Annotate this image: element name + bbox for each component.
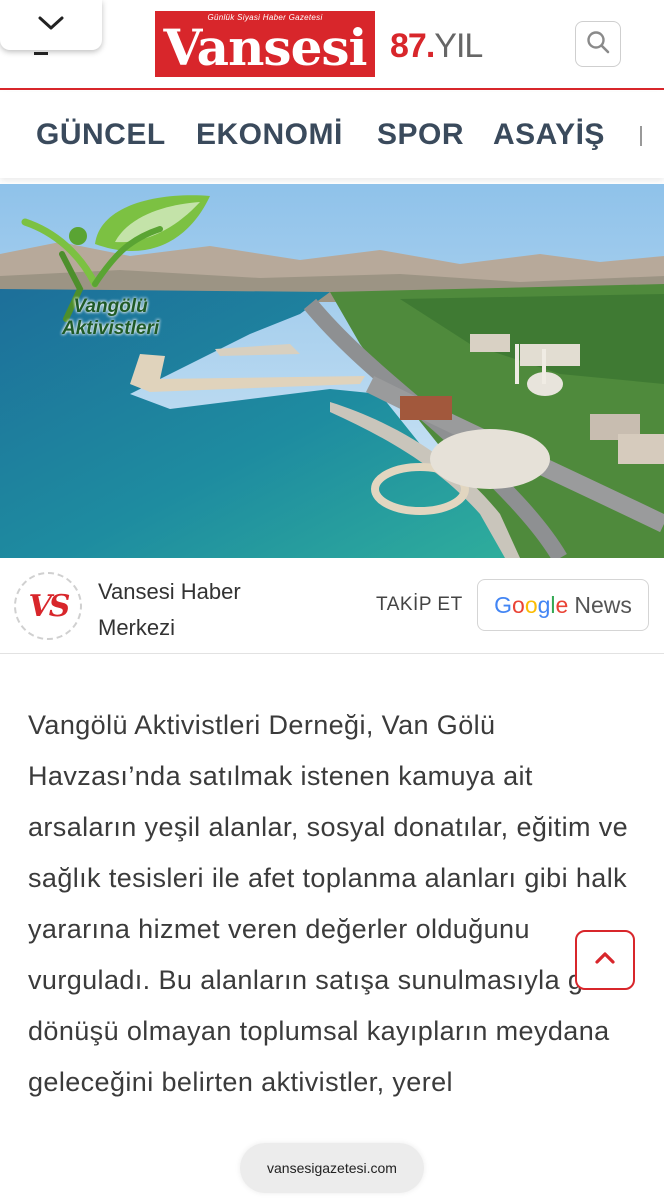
- nav-divider: [640, 126, 642, 146]
- site-logo[interactable]: Günlük Siyasi Haber Gazetesi Vansesi: [155, 11, 375, 77]
- search-icon: [585, 29, 611, 60]
- category-nav: GÜNCEL EKONOMİ SPOR ASAYİŞ: [0, 92, 664, 178]
- hero-overlay-line1: Vangölü: [73, 296, 148, 317]
- author-avatar[interactable]: VS: [14, 572, 82, 640]
- gnews-letter-3: o: [524, 591, 538, 618]
- hero-overlay-line2: Aktivistleri: [62, 318, 160, 339]
- scroll-to-top-button[interactable]: [575, 930, 635, 990]
- anniversary-suffix: YIL: [434, 27, 483, 65]
- nav-item-asayis[interactable]: ASAYİŞ: [493, 118, 605, 152]
- gnews-letter-2: o: [512, 591, 525, 618]
- google-news-follow-button[interactable]: Go o g l e News: [477, 579, 649, 631]
- gnews-letter-1: G: [494, 591, 513, 618]
- collapse-header-button[interactable]: [0, 0, 102, 50]
- gnews-letter-6: e: [555, 591, 569, 618]
- avatar-logo-text: VS: [28, 588, 71, 624]
- site-header: Günlük Siyasi Haber Gazetesi Vansesi 87.…: [0, 0, 664, 90]
- author-bar: VS Vansesi Haber Merkezi TAKİP ET Google…: [0, 558, 664, 654]
- browser-url-pill[interactable]: vansesigazetesi.com: [240, 1143, 424, 1193]
- search-button[interactable]: [575, 21, 621, 67]
- menu-icon[interactable]: [34, 52, 48, 55]
- author-name[interactable]: Vansesi Haber Merkezi: [98, 574, 308, 646]
- gnews-letter-4: g: [537, 591, 551, 618]
- nav-item-spor[interactable]: SPOR: [377, 118, 464, 152]
- follow-label: TAKİP ET: [376, 594, 463, 615]
- hero-overlay-logo-text: Vangölü Aktivistleri: [62, 296, 159, 340]
- logo-wordmark: Vansesi: [163, 18, 367, 77]
- nav-item-ekonomi[interactable]: EKONOMİ: [196, 118, 343, 152]
- anniversary-badge: 87.YIL: [390, 26, 483, 66]
- chevron-down-icon: [37, 14, 65, 37]
- gnews-suffix: News: [574, 591, 632, 618]
- nav-item-guncel[interactable]: GÜNCEL: [36, 118, 166, 152]
- article-body: Vangölü Aktivistleri Derneği, Van Gölü H…: [28, 710, 629, 1097]
- anniversary-number: 87.: [390, 27, 435, 65]
- chevron-up-icon: [594, 951, 616, 970]
- hero-image: Vangölü Aktivistleri: [0, 184, 664, 558]
